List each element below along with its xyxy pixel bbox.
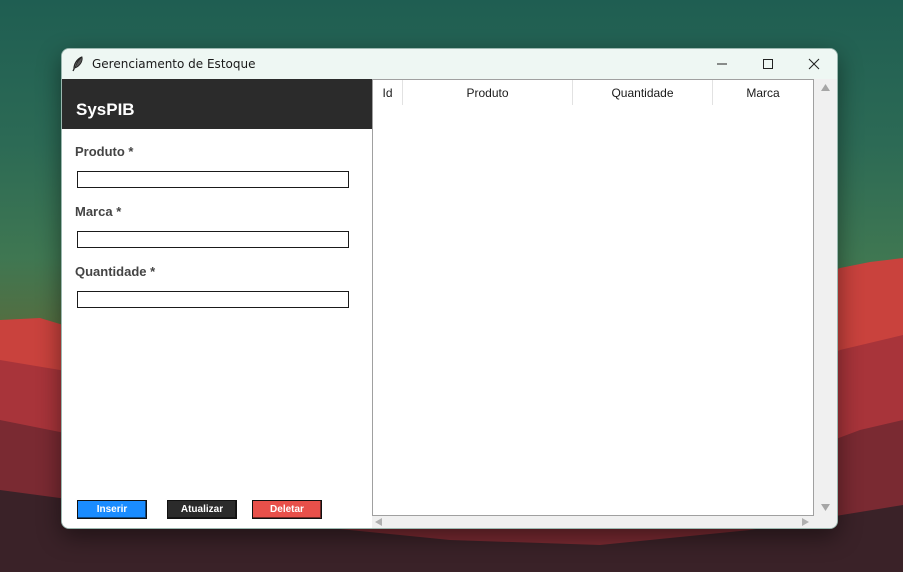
maximize-icon bbox=[763, 59, 773, 69]
horizontal-scrollbar[interactable] bbox=[372, 516, 814, 528]
vertical-scrollbar[interactable] bbox=[814, 79, 837, 516]
title-bar[interactable]: Gerenciamento de Estoque bbox=[62, 49, 837, 79]
column-header-id[interactable]: Id bbox=[373, 80, 403, 105]
feather-icon bbox=[71, 56, 87, 72]
scroll-left-icon[interactable] bbox=[375, 518, 382, 526]
inventory-table[interactable]: Id Produto Quantidade Marca bbox=[372, 79, 814, 516]
produto-input[interactable] bbox=[77, 171, 349, 188]
column-header-produto[interactable]: Produto bbox=[403, 80, 573, 105]
update-button[interactable]: Atualizar bbox=[167, 500, 237, 519]
scrollbar-corner bbox=[814, 516, 837, 528]
scroll-down-icon[interactable] bbox=[821, 504, 830, 511]
window-title: Gerenciamento de Estoque bbox=[92, 57, 256, 71]
minimize-icon bbox=[717, 63, 727, 65]
app-window: Gerenciamento de Estoque SysPIB Produto … bbox=[61, 48, 838, 529]
produto-label: Produto * bbox=[75, 144, 134, 159]
quantidade-input[interactable] bbox=[77, 291, 349, 308]
marca-label: Marca * bbox=[75, 204, 122, 219]
scroll-right-icon[interactable] bbox=[802, 518, 809, 526]
brand-header: SysPIB bbox=[62, 79, 372, 129]
scroll-up-icon[interactable] bbox=[821, 84, 830, 91]
column-header-marca[interactable]: Marca bbox=[713, 80, 813, 105]
close-button[interactable] bbox=[791, 49, 837, 79]
close-icon bbox=[808, 58, 820, 70]
marca-input[interactable] bbox=[77, 231, 349, 248]
maximize-button[interactable] bbox=[745, 49, 791, 79]
insert-button[interactable]: Inserir bbox=[77, 500, 147, 519]
delete-button[interactable]: Deletar bbox=[252, 500, 322, 519]
minimize-button[interactable] bbox=[699, 49, 745, 79]
column-header-quantidade[interactable]: Quantidade bbox=[573, 80, 713, 105]
table-header: Id Produto Quantidade Marca bbox=[373, 80, 813, 105]
brand-title: SysPIB bbox=[76, 100, 135, 119]
quantidade-label: Quantidade * bbox=[75, 264, 156, 279]
form-panel: SysPIB Produto * Marca * Quantidade * In… bbox=[62, 79, 372, 528]
